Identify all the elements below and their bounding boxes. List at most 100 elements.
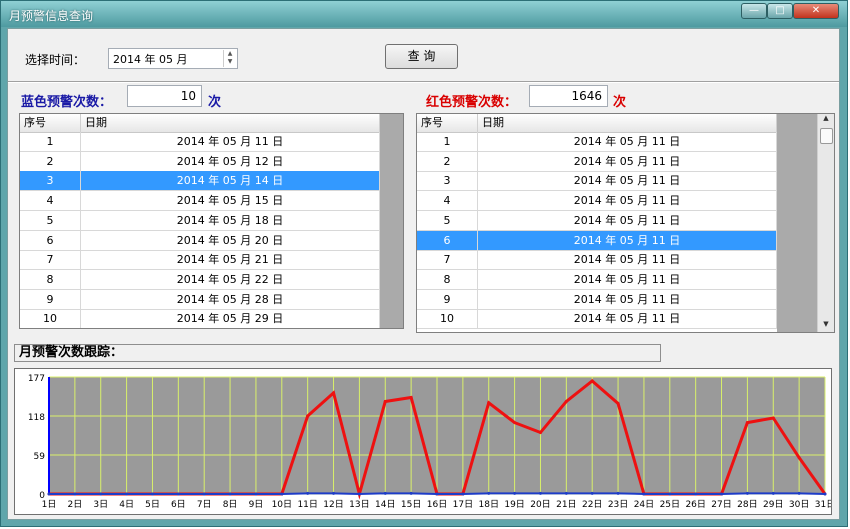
data-point [150, 492, 154, 496]
table-row[interactable]: 9 2014 年 05 月 11 日 [417, 289, 777, 310]
spin-down-icon: ▼ [227, 58, 233, 65]
table-row[interactable]: 2 2014 年 05 月 11 日 [417, 151, 777, 172]
table-row[interactable]: 7 2014 年 05 月 21 日 [20, 250, 380, 271]
red-count-field[interactable]: 1646 [529, 85, 608, 107]
x-tick-label: 21日 [556, 499, 576, 510]
column-header-date[interactable]: 日期 [81, 114, 380, 132]
table-header: 序号 日期 [417, 114, 777, 133]
table-row[interactable]: 5 2014 年 05 月 18 日 [20, 210, 380, 231]
data-point [745, 491, 749, 495]
row-index: 8 [20, 269, 81, 289]
date-label: 选择时间： [25, 53, 86, 67]
row-date: 2014 年 05 月 15 日 [81, 191, 380, 211]
data-point [409, 491, 413, 495]
x-tick-label: 23日 [608, 499, 628, 510]
row-index: 1 [417, 132, 478, 151]
table-row[interactable]: 5 2014 年 05 月 11 日 [417, 210, 777, 231]
x-tick-label: 1日 [42, 499, 57, 510]
data-point [538, 491, 542, 495]
data-point [564, 399, 568, 403]
x-tick-label: 4日 [119, 499, 134, 510]
row-index: 7 [20, 250, 81, 270]
column-header-index[interactable]: 序号 [20, 114, 81, 132]
data-point [745, 421, 749, 425]
table-row[interactable]: 4 2014 年 05 月 15 日 [20, 191, 380, 212]
data-point [461, 492, 465, 496]
data-point [797, 456, 801, 460]
data-point [513, 491, 517, 495]
maximize-button[interactable]: □ [767, 3, 793, 19]
row-index: 4 [20, 191, 81, 211]
x-tick-label: 6日 [171, 499, 186, 510]
column-header-date[interactable]: 日期 [478, 114, 777, 132]
x-tick-label: 13日 [349, 499, 369, 510]
data-point [125, 492, 129, 496]
row-date: 2014 年 05 月 28 日 [81, 289, 380, 309]
vertical-scrollbar[interactable]: ▲ ▼ [817, 114, 834, 332]
table-row[interactable]: 8 2014 年 05 月 11 日 [417, 269, 777, 290]
row-index: 10 [417, 309, 478, 329]
red-warning-table[interactable]: 序号 日期 ▲ ▼ 1 2014 年 05 月 11 日 2 2014 年 05 月 … [416, 113, 835, 333]
red-count-unit: 次 [613, 95, 627, 110]
x-tick-label: 28日 [737, 499, 757, 510]
x-tick-label: 5日 [145, 499, 160, 510]
title-bar[interactable]: 月预警信息查询 — □ ✕ [1, 1, 847, 27]
x-tick-label: 29日 [763, 499, 783, 510]
table-row[interactable]: 4 2014 年 05 月 11 日 [417, 191, 777, 212]
scroll-down-icon[interactable]: ▼ [818, 320, 834, 328]
app-window: 月预警信息查询 — □ ✕ 选择时间： 2014 年 05 月 ▲ ▼ 查 询 蓝… [0, 0, 848, 527]
x-tick-label: 10日 [272, 499, 292, 510]
close-button[interactable]: ✕ [793, 3, 839, 19]
data-point [176, 492, 180, 496]
table-row[interactable]: 6 2014 年 05 月 20 日 [20, 230, 380, 251]
row-date: 2014 年 05 月 11 日 [81, 132, 380, 151]
blue-count-field[interactable]: 10 [127, 85, 202, 107]
row-date: 2014 年 05 月 11 日 [478, 269, 777, 289]
table-row[interactable]: 3 2014 年 05 月 14 日 [20, 171, 380, 192]
y-tick-label: 59 [34, 452, 46, 462]
x-tick-label: 11日 [297, 499, 317, 510]
table-header: 序号 日期 [20, 114, 380, 133]
blue-warning-table[interactable]: 序号 日期 1 2014 年 05 月 11 日 2 2014 年 05 月 12 日… [19, 113, 404, 329]
data-point [383, 399, 387, 403]
data-point [771, 416, 775, 420]
chart-panel: 0 59 118 177 1日 2日 3日 4日 5日 6日 7日 8日 9日 10日 11日 12日 13日 1… [14, 368, 835, 515]
row-index: 3 [417, 171, 478, 191]
x-tick-label: 3日 [93, 499, 108, 510]
column-header-index[interactable]: 序号 [417, 114, 478, 132]
table-row[interactable]: 10 2014 年 05 月 29 日 [20, 309, 380, 328]
date-picker[interactable]: 2014 年 05 月 ▲ ▼ [108, 48, 238, 69]
x-tick-label: 2日 [67, 499, 82, 510]
row-index: 4 [417, 191, 478, 211]
table-row[interactable]: 1 2014 年 05 月 11 日 [20, 132, 380, 152]
data-point [306, 491, 310, 495]
y-tick-label: 118 [28, 413, 45, 423]
table-row[interactable]: 10 2014 年 05 月 11 日 [417, 309, 777, 330]
row-date: 2014 年 05 月 11 日 [478, 191, 777, 211]
scroll-up-icon[interactable]: ▲ [818, 114, 834, 122]
row-date: 2014 年 05 月 11 日 [478, 151, 777, 171]
table-row[interactable]: 1 2014 年 05 月 11 日 [417, 132, 777, 152]
table-row[interactable]: 8 2014 年 05 月 22 日 [20, 269, 380, 290]
scroll-thumb[interactable] [820, 128, 833, 144]
row-index: 9 [417, 289, 478, 309]
table-row[interactable]: 7 2014 年 05 月 11 日 [417, 250, 777, 271]
date-value: 2014 年 05 月 [113, 53, 188, 66]
table-row[interactable]: 6 2014 年 05 月 11 日 [417, 230, 777, 251]
table-row[interactable]: 3 2014 年 05 月 11 日 [417, 171, 777, 192]
data-point [771, 491, 775, 495]
row-index: 5 [20, 210, 81, 230]
query-button[interactable]: 查 询 [385, 44, 458, 69]
client-area: 选择时间： 2014 年 05 月 ▲ ▼ 查 询 蓝色预警次数： 10 次 红色… [7, 28, 840, 520]
y-tick-label: 177 [28, 374, 45, 384]
data-point [590, 491, 594, 495]
row-index: 3 [20, 171, 81, 191]
row-date: 2014 年 05 月 11 日 [478, 132, 777, 151]
row-index: 10 [20, 309, 81, 328]
date-spinner[interactable]: ▲ ▼ [223, 50, 236, 67]
minimize-icon: — [749, 5, 759, 16]
minimize-button[interactable]: — [741, 3, 767, 19]
table-row[interactable]: 2 2014 年 05 月 12 日 [20, 151, 380, 172]
table-row[interactable]: 9 2014 年 05 月 28 日 [20, 289, 380, 310]
data-point [538, 431, 542, 435]
